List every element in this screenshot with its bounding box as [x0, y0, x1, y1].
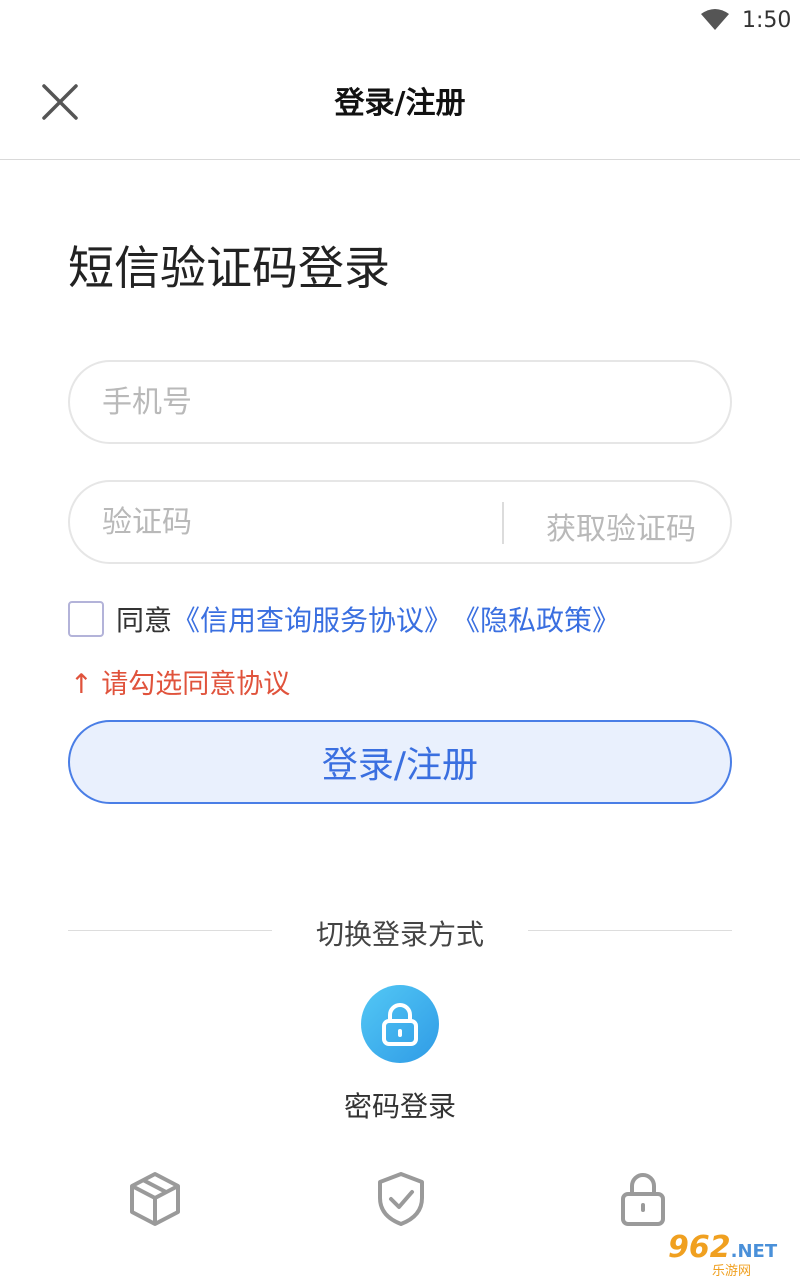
status-bar: 1:50	[0, 0, 800, 42]
status-time: 1:50	[742, 8, 792, 33]
field-divider	[502, 502, 504, 544]
phone-field	[68, 360, 732, 444]
cube-icon	[130, 1172, 180, 1226]
divider-right	[528, 930, 732, 931]
agree-checkbox[interactable]	[68, 601, 104, 637]
lock-outline-icon	[621, 1173, 665, 1226]
nav-bar: 登录/注册	[0, 42, 800, 160]
watermark-sub: 乐游网	[712, 1264, 752, 1279]
password-login-option[interactable]: 密码登录	[320, 985, 480, 1125]
page-title: 登录/注册	[334, 86, 466, 121]
agree-prefix: 同意	[116, 604, 173, 637]
lock-icon	[382, 1003, 418, 1046]
code-input[interactable]	[102, 482, 482, 562]
agreement-warning: ↑ 请勾选同意协议	[70, 669, 291, 700]
code-field: 获取验证码	[68, 480, 732, 564]
login-register-button[interactable]: 登录/注册	[68, 720, 732, 804]
privacy-policy-link[interactable]: 《隐私政策》	[452, 599, 620, 639]
get-code-button[interactable]: 获取验证码	[546, 504, 696, 548]
shield-check-icon	[378, 1172, 424, 1226]
phone-input[interactable]	[102, 362, 702, 442]
wifi-icon	[701, 9, 729, 30]
password-login-circle	[361, 985, 439, 1063]
agreement-row: 同意 《信用查询服务协议》 《隐私政策》	[68, 600, 620, 638]
divider-left	[68, 930, 272, 931]
site-watermark: 962.NET 乐游网	[668, 1230, 794, 1279]
watermark-net: .NET	[730, 1241, 778, 1262]
password-login-label: 密码登录	[343, 1090, 456, 1123]
switch-login-label: 切换登录方式	[315, 918, 484, 951]
service-agreement-link[interactable]: 《信用查询服务协议》	[172, 599, 452, 639]
login-heading: 短信验证码登录	[68, 241, 390, 295]
